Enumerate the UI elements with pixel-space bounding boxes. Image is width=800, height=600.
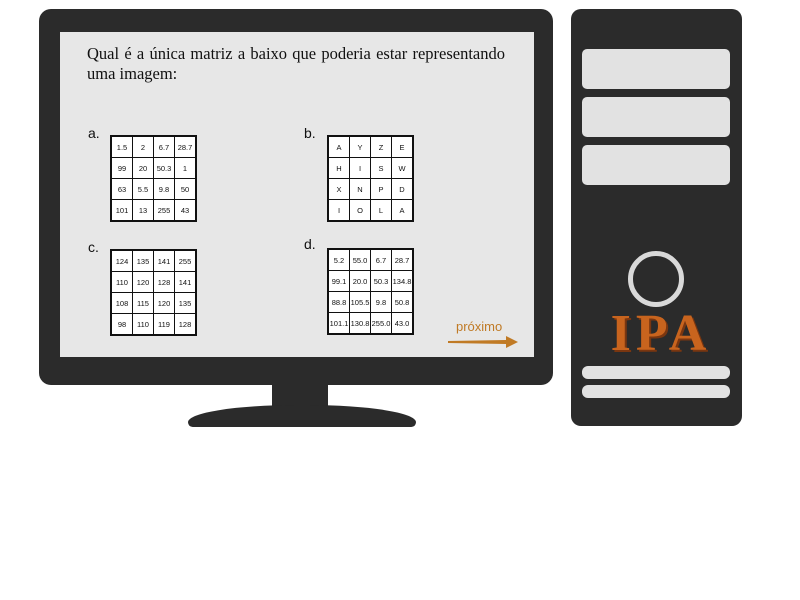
drive-bay — [582, 145, 730, 185]
matrix-cell: 99.1 — [327, 270, 350, 292]
matrix-cell: 135 — [132, 249, 154, 272]
option-c-matrix[interactable]: 124 135 141 255 110 120 128 141 108 115 120 135 98 11… — [110, 249, 197, 336]
drive-bay — [582, 49, 730, 89]
matrix-row: 5.2 55.0 6.7 28.7 — [327, 248, 414, 271]
matrix-cell: 55.0 — [349, 248, 371, 271]
matrix-cell: 110 — [132, 313, 154, 336]
matrix-cell: 28.7 — [391, 248, 414, 271]
option-c-label[interactable]: c. — [88, 239, 99, 255]
matrix-cell: H — [327, 157, 350, 179]
matrix-cell: 130.8 — [349, 312, 371, 335]
matrix-cell: 20 — [132, 157, 154, 179]
matrix-cell: Y — [349, 135, 371, 158]
matrix-cell: N — [349, 178, 371, 200]
matrix-cell: 99 — [110, 157, 133, 179]
matrix-cell: I — [327, 199, 350, 222]
matrix-cell: 50 — [174, 178, 197, 200]
matrix-cell: 20.0 — [349, 270, 371, 292]
matrix-row: 101 13 255 43 — [110, 199, 197, 222]
matrix-row: XNPD — [327, 178, 414, 200]
matrix-cell: Z — [370, 135, 392, 158]
drive-bay — [582, 97, 730, 137]
matrix-cell: D — [391, 178, 414, 200]
matrix-cell: 2 — [132, 135, 154, 158]
matrix-cell: 105.5 — [349, 291, 371, 313]
matrix-cell: W — [391, 157, 414, 179]
ipa-logo: IPA — [610, 305, 712, 362]
power-button-icon[interactable] — [628, 251, 684, 307]
matrix-row: 88.8 105.5 9.8 50.8 — [327, 291, 414, 313]
matrix-cell: 88.8 — [327, 291, 350, 313]
matrix-cell: 28.7 — [174, 135, 197, 158]
matrix-row: 124 135 141 255 — [110, 249, 197, 272]
matrix-row: 99 20 50.3 1 — [110, 157, 197, 179]
matrix-cell: 255.0 — [370, 312, 392, 335]
matrix-row: IOLA — [327, 199, 414, 222]
question-text: Qual é a única matriz a baixo que poderi… — [87, 44, 505, 83]
tower-stripe — [582, 366, 730, 379]
matrix-cell: A — [327, 135, 350, 158]
option-b-label[interactable]: b. — [304, 125, 316, 141]
matrix-cell: 120 — [132, 271, 154, 293]
next-arrow-icon[interactable] — [448, 335, 520, 349]
matrix-row: AYZE — [327, 135, 414, 158]
matrix-cell: 6.7 — [153, 135, 175, 158]
option-d-matrix[interactable]: 5.2 55.0 6.7 28.7 99.1 20.0 50.3 134.8 88.8 105.5… — [327, 248, 414, 335]
matrix-cell: 135 — [174, 292, 197, 314]
matrix-cell: 101 — [110, 199, 133, 222]
matrix-cell: 13 — [132, 199, 154, 222]
matrix-cell: 255 — [153, 199, 175, 222]
matrix-cell: A — [391, 199, 414, 222]
matrix-cell: 128 — [174, 313, 197, 336]
matrix-cell: 50.8 — [391, 291, 414, 313]
matrix-cell: 134.8 — [391, 270, 414, 292]
matrix-row: 98 110 119 128 — [110, 313, 197, 336]
matrix-cell: 128 — [153, 271, 175, 293]
matrix-cell: I — [349, 157, 371, 179]
matrix-cell: 9.8 — [153, 178, 175, 200]
matrix-cell: 43 — [174, 199, 197, 222]
option-b-matrix[interactable]: AYZEHISWXNPDIOLA — [327, 135, 414, 222]
option-a-matrix[interactable]: 1.5 2 6.7 28.7 99 20 50.3 1 63 5.5 9.8 50 101 13 255 43 — [110, 135, 197, 222]
matrix-cell: 5.2 — [327, 248, 350, 271]
matrix-cell: 98 — [110, 313, 133, 336]
matrix-cell: 141 — [153, 249, 175, 272]
matrix-cell: O — [349, 199, 371, 222]
matrix-row: 63 5.5 9.8 50 — [110, 178, 197, 200]
matrix-cell: 255 — [174, 249, 197, 272]
matrix-cell: 50.3 — [370, 270, 392, 292]
matrix-cell: 108 — [110, 292, 133, 314]
matrix-cell: 63 — [110, 178, 133, 200]
option-d-label[interactable]: d. — [304, 236, 316, 252]
matrix-cell: 6.7 — [370, 248, 392, 271]
option-a-label[interactable]: a. — [88, 125, 100, 141]
matrix-cell: 141 — [174, 271, 197, 293]
matrix-row: 99.1 20.0 50.3 134.8 — [327, 270, 414, 292]
matrix-row: 110 120 128 141 — [110, 271, 197, 293]
monitor-stand — [188, 405, 416, 427]
matrix-cell: 115 — [132, 292, 154, 314]
matrix-row: 108 115 120 135 — [110, 292, 197, 314]
matrix-cell: L — [370, 199, 392, 222]
matrix-cell: 50.3 — [153, 157, 175, 179]
matrix-row: HISW — [327, 157, 414, 179]
matrix-cell: 43.0 — [391, 312, 414, 335]
matrix-cell: 110 — [110, 271, 133, 293]
matrix-cell: X — [327, 178, 350, 200]
matrix-cell: S — [370, 157, 392, 179]
matrix-cell: 101.1 — [327, 312, 350, 335]
matrix-cell: P — [370, 178, 392, 200]
matrix-cell: 1 — [174, 157, 197, 179]
matrix-cell: 124 — [110, 249, 133, 272]
matrix-cell: E — [391, 135, 414, 158]
tower-stripe — [582, 385, 730, 398]
matrix-cell: 119 — [153, 313, 175, 336]
matrix-row: 101.1 130.8 255.0 43.0 — [327, 312, 414, 335]
matrix-cell: 120 — [153, 292, 175, 314]
matrix-row: 1.5 2 6.7 28.7 — [110, 135, 197, 158]
matrix-cell: 5.5 — [132, 178, 154, 200]
matrix-cell: 9.8 — [370, 291, 392, 313]
matrix-cell: 1.5 — [110, 135, 133, 158]
next-button[interactable]: próximo — [456, 319, 502, 334]
